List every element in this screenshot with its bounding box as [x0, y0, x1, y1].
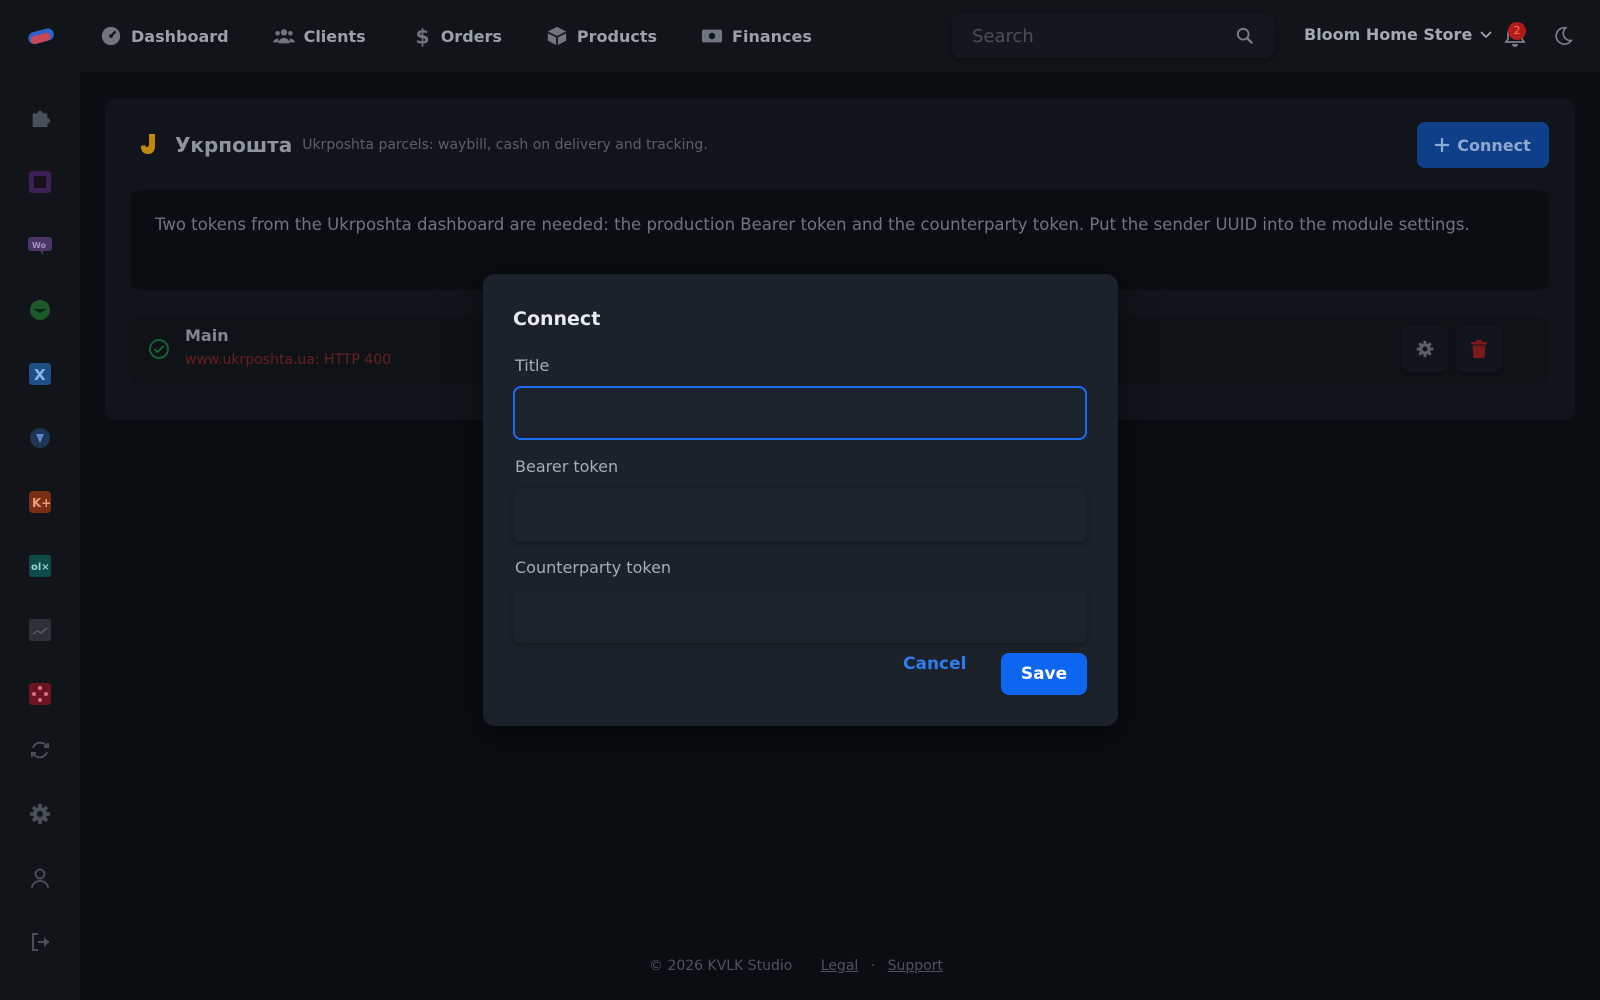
store-switcher[interactable]: Bloom Home Store: [1304, 25, 1492, 44]
olx-app-icon[interactable]: ol×: [28, 554, 52, 578]
nav-products[interactable]: Products: [546, 25, 657, 47]
x-app-icon[interactable]: X: [28, 362, 52, 386]
store-name: Bloom Home Store: [1304, 25, 1473, 44]
footer-legal-link[interactable]: Legal: [821, 958, 859, 974]
trash-icon: [1471, 340, 1487, 358]
plus-icon: [1435, 138, 1450, 152]
search-input[interactable]: [972, 25, 1236, 47]
top-navbar: Dashboard Clients $ Orders Products Fina…: [0, 0, 1600, 72]
nav-dashboard-label: Dashboard: [131, 26, 229, 46]
footer-support-link[interactable]: Support: [888, 958, 943, 974]
shield-app-icon[interactable]: [28, 426, 52, 450]
users-icon: [272, 29, 295, 44]
svg-text:K+: K+: [32, 496, 51, 510]
nav-finances[interactable]: Finances: [701, 25, 812, 47]
footer-copyright: © 2026 KVLK Studio: [649, 958, 793, 974]
connect-button[interactable]: Connect: [1417, 122, 1549, 168]
sidebar: Wo X K+ ol×: [0, 72, 80, 1000]
check-circle-icon: [149, 339, 169, 359]
bearer-token-label: Bearer token: [515, 457, 619, 476]
nav-orders-label: Orders: [440, 26, 502, 46]
nav-finances-label: Finances: [732, 26, 812, 46]
connection-settings-button[interactable]: [1402, 326, 1448, 372]
connection-name: Main: [185, 326, 229, 345]
chevron-down-icon: [1480, 30, 1492, 38]
search-box: [952, 14, 1274, 58]
save-button[interactable]: Save: [1001, 653, 1087, 695]
title-input[interactable]: [513, 386, 1087, 440]
moon-icon[interactable]: [1552, 25, 1574, 47]
cancel-button[interactable]: Cancel: [903, 654, 966, 674]
puzzle-icon[interactable]: [28, 106, 52, 130]
smile-app-icon[interactable]: [28, 298, 52, 322]
settings-icon[interactable]: [28, 802, 52, 826]
footer: © 2026 KVLK Studio Legal · Support: [0, 958, 1600, 974]
ukrposhta-logo-icon: [141, 134, 155, 154]
footer-separator: ·: [870, 958, 876, 974]
integration-title: Укрпошта: [175, 133, 293, 157]
network-app-icon[interactable]: [28, 682, 52, 706]
connect-modal: Connect Title Bearer token Counterparty …: [483, 274, 1118, 726]
notification-badge: 2: [1508, 22, 1526, 40]
modal-title: Connect: [513, 308, 601, 330]
box-icon: [547, 26, 567, 46]
integration-header: Укрпошта Ukrposhta parcels: waybill, cas…: [135, 132, 708, 158]
sync-icon[interactable]: [28, 738, 52, 762]
bearer-token-input[interactable]: [513, 488, 1087, 542]
logout-icon[interactable]: [28, 930, 52, 954]
svg-text:ol×: ol×: [31, 562, 50, 573]
chart-app-icon[interactable]: [28, 618, 52, 642]
integration-subtitle: Ukrposhta parcels: waybill, cash on deli…: [302, 137, 708, 153]
nav-dashboard[interactable]: Dashboard: [100, 25, 229, 47]
connect-button-label: Connect: [1457, 135, 1531, 155]
dollar-icon: $: [415, 25, 429, 47]
woo-icon[interactable]: Wo: [28, 234, 52, 258]
nav-orders[interactable]: $ Orders: [410, 25, 502, 47]
svg-text:$: $: [415, 25, 429, 47]
main-nav: Dashboard Clients $ Orders Products Fina…: [100, 0, 856, 72]
gear-icon: [1416, 340, 1434, 358]
user-icon[interactable]: [28, 866, 52, 890]
title-label: Title: [515, 356, 550, 375]
counterparty-token-label: Counterparty token: [515, 558, 672, 577]
dashboard-icon: [101, 26, 121, 46]
search-icon[interactable]: [1236, 27, 1254, 45]
connection-delete-button[interactable]: [1456, 326, 1502, 372]
svg-text:Wo: Wo: [32, 241, 47, 250]
square-app-icon[interactable]: [28, 170, 52, 194]
kplus-app-icon[interactable]: K+: [28, 490, 52, 514]
counterparty-token-input[interactable]: [513, 589, 1087, 643]
svg-text:X: X: [34, 366, 46, 384]
money-icon: [701, 29, 723, 43]
nav-clients-label: Clients: [303, 26, 366, 46]
app-logo-icon[interactable]: [26, 24, 58, 48]
nav-products-label: Products: [576, 26, 658, 46]
connection-error: www.ukrposhta.ua: HTTP 400: [185, 352, 392, 368]
nav-clients[interactable]: Clients: [272, 25, 366, 47]
